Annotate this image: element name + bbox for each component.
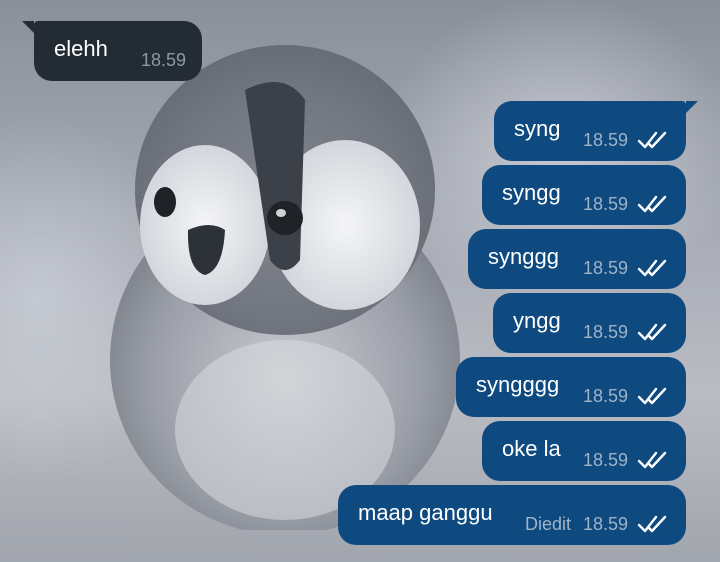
double-check-icon [637, 387, 667, 405]
double-check-icon [637, 195, 667, 213]
outgoing-message[interactable]: synggg 18.59 [468, 229, 686, 289]
message-time: 18.59 [582, 130, 628, 150]
message-list[interactable]: elehh 18.59 syng 18.59 syngg 18.59 syngg… [0, 0, 720, 562]
message-time: 18.59 [582, 258, 628, 278]
message-time: 18.59 [582, 514, 628, 534]
double-check-icon [637, 131, 667, 149]
message-time: 18.59 [582, 194, 628, 214]
message-text: maap ganggu [358, 500, 493, 525]
double-check-icon [637, 323, 667, 341]
outgoing-message[interactable]: oke la 18.59 [482, 421, 686, 481]
message-text: syngggg [476, 372, 560, 397]
double-check-icon [637, 451, 667, 469]
outgoing-message[interactable]: yngg 18.59 [493, 293, 686, 353]
message-text: syngg [502, 180, 561, 205]
bubble-tail [22, 21, 34, 33]
message-time: 18.59 [582, 322, 628, 342]
double-check-icon [637, 515, 667, 533]
double-check-icon [637, 259, 667, 277]
outgoing-message[interactable]: syng 18.59 [494, 101, 698, 161]
outgoing-message[interactable]: maap ganggu Diedit 18.59 [338, 485, 686, 545]
message-text: synggg [488, 244, 559, 269]
message-text: oke la [502, 436, 561, 461]
message-time: 18.59 [582, 450, 628, 470]
edited-label: Diedit [524, 514, 571, 534]
message-text: elehh [54, 36, 108, 61]
bubble-tail [686, 101, 698, 113]
message-text: syng [514, 116, 561, 141]
outgoing-message[interactable]: syngggg 18.59 [456, 357, 686, 417]
incoming-message[interactable]: elehh 18.59 [22, 21, 202, 81]
message-text: yngg [513, 308, 561, 333]
outgoing-message[interactable]: syngg 18.59 [482, 165, 686, 225]
message-time: 18.59 [140, 50, 186, 70]
message-time: 18.59 [582, 386, 628, 406]
